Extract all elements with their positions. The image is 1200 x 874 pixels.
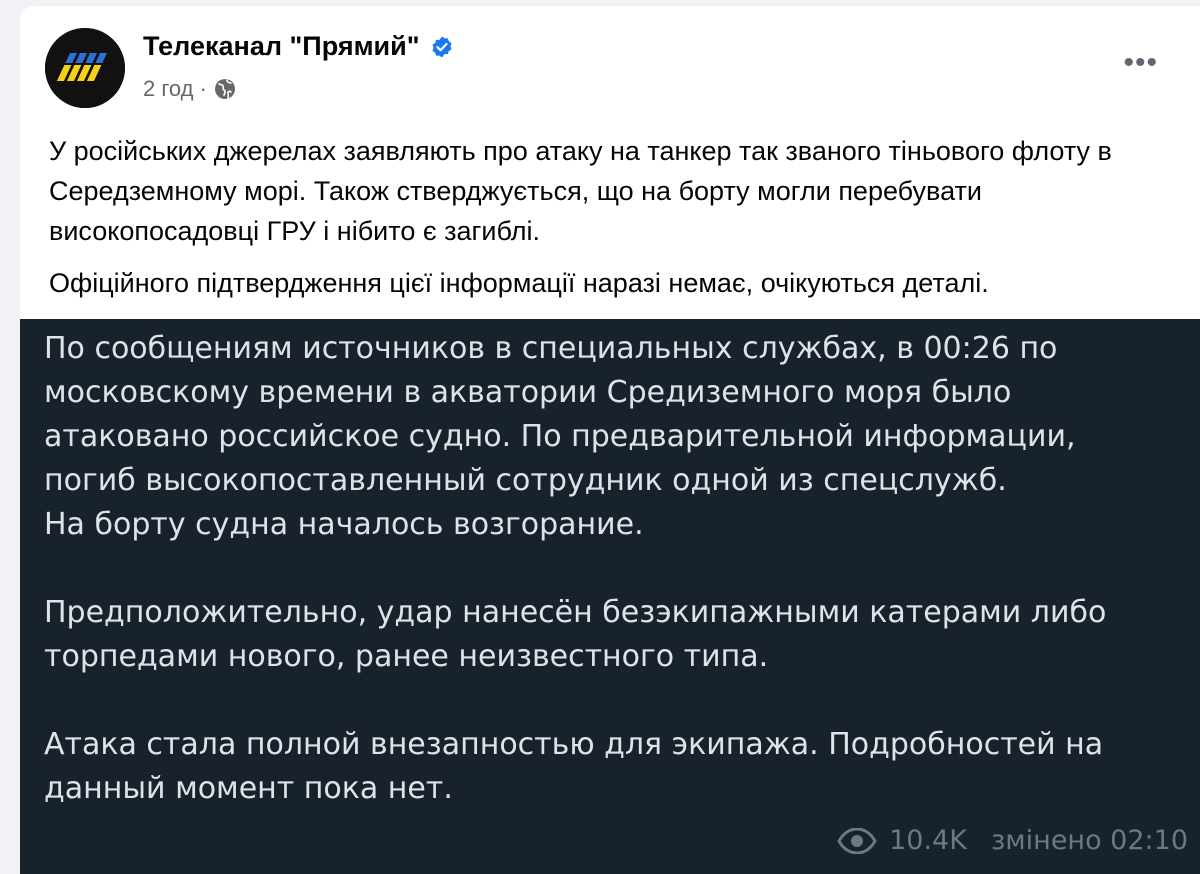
image-paragraph: Предположительно, удар нанесён безэкипаж… bbox=[44, 595, 1107, 674]
image-footer: 10.4K змінено 02:10 bbox=[837, 825, 1188, 856]
eye-icon bbox=[837, 827, 877, 854]
image-paragraph: Атака стала полной внезапностью для экип… bbox=[44, 727, 1104, 806]
image-paragraph: По сообщениям источников в специальных с… bbox=[44, 327, 1174, 547]
post-image[interactable]: По сообщениям источников в специальных с… bbox=[20, 319, 1200, 874]
edited-label: змінено 02:10 bbox=[990, 825, 1188, 856]
post-paragraph: Офіційного підтвердження цієї інформації… bbox=[49, 268, 989, 298]
channel-logo-icon bbox=[45, 28, 125, 108]
post-text: У російських джерелах заявляють про атак… bbox=[49, 131, 1169, 315]
author-name[interactable]: Телеканал "Прямий" bbox=[143, 31, 420, 62]
meta-separator: · bbox=[199, 76, 207, 101]
page-name: Телеканал "Прямий" bbox=[143, 31, 454, 62]
post-time[interactable]: 2 год bbox=[143, 76, 193, 102]
globe-icon bbox=[214, 79, 235, 99]
avatar[interactable] bbox=[45, 28, 125, 108]
post-card: Телеканал "Прямий" 2 год · ••• У російсь… bbox=[20, 6, 1200, 874]
more-options-button[interactable]: ••• bbox=[1123, 48, 1158, 78]
post-paragraph: У російських джерелах заявляють про атак… bbox=[49, 136, 1112, 246]
verified-badge-icon bbox=[432, 36, 452, 57]
post-meta: 2 год · bbox=[143, 76, 237, 102]
image-text: По сообщениям источников в специальных с… bbox=[44, 327, 1174, 855]
views-count: 10.4K bbox=[889, 825, 967, 856]
image-paragraph-line: По сообщениям источников в специальных с… bbox=[44, 331, 1076, 542]
